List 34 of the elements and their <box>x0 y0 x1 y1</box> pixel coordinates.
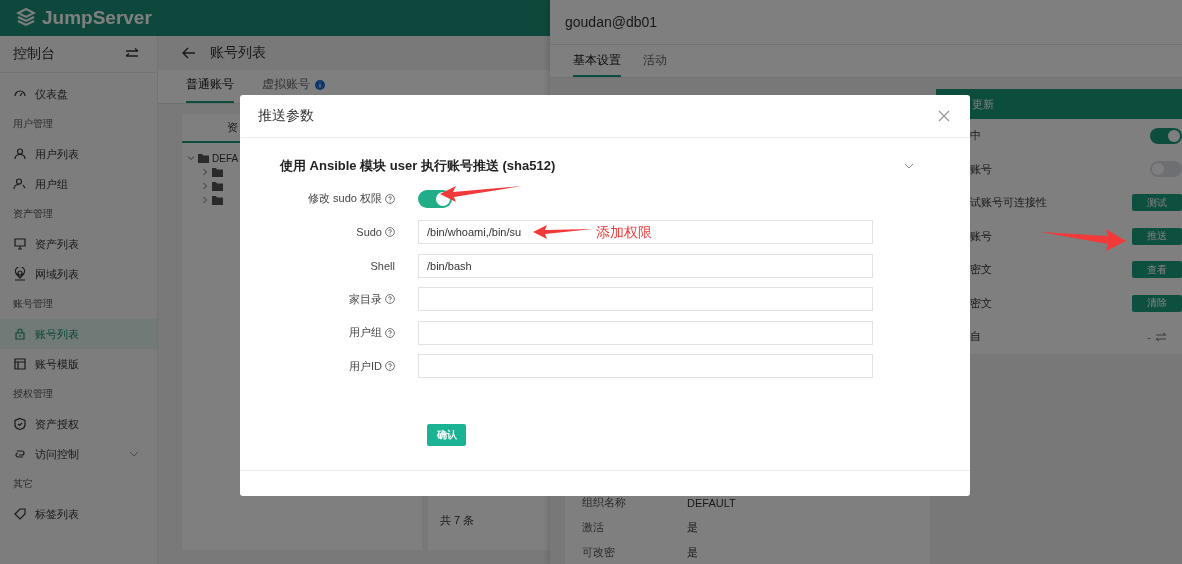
setting-value: - <box>1147 330 1151 343</box>
field-label: 家目录 <box>349 291 382 307</box>
field-label: 用户组 <box>349 325 382 341</box>
field-label: 用户ID <box>349 358 382 374</box>
sidebar-heading: 其它 <box>12 477 34 491</box>
sidebar-heading: 资产管理 <box>12 207 54 221</box>
setting-label: 密文 <box>970 262 992 278</box>
setting-label: 自 <box>970 329 981 345</box>
detail-value: 是 <box>687 545 698 560</box>
setting-label: 中 <box>970 128 981 144</box>
section-title: 使用 Ansible 模块 user 执行账号推送 (sha512) <box>280 157 556 175</box>
setting-label: 试账号可连接性 <box>970 195 1047 211</box>
field-label: 修改 sudo 权限 <box>308 191 382 207</box>
detail-value: DEFAULT <box>687 496 736 509</box>
sidebar-heading: 用户管理 <box>12 117 54 131</box>
detail-label: 激活 <box>582 520 605 535</box>
tree-label: DEFA <box>212 152 239 164</box>
dialog-title: 推送参数 <box>258 107 314 125</box>
sidebar-title: 控制台 <box>13 45 55 63</box>
sidebar-heading: 授权管理 <box>12 387 54 401</box>
detail-value: 是 <box>687 520 698 535</box>
annotation-text: 添加权限 <box>596 224 652 242</box>
drawer-title: goudan@db01 <box>550 0 1182 45</box>
setting-label: 账号 <box>970 161 992 177</box>
total-count: 共 7 条 <box>440 513 475 528</box>
field-label: Sudo <box>356 226 382 239</box>
page-title: 账号列表 <box>210 44 266 62</box>
sidebar-heading: 账号管理 <box>12 297 54 311</box>
brand-name: JumpServer <box>42 7 152 29</box>
detail-label: 可改密 <box>582 545 616 560</box>
detail-label: 组织名称 <box>582 495 627 510</box>
setting-label: 密文 <box>970 295 992 311</box>
field-label: Shell <box>370 259 395 272</box>
setting-label: 账号 <box>970 228 992 244</box>
